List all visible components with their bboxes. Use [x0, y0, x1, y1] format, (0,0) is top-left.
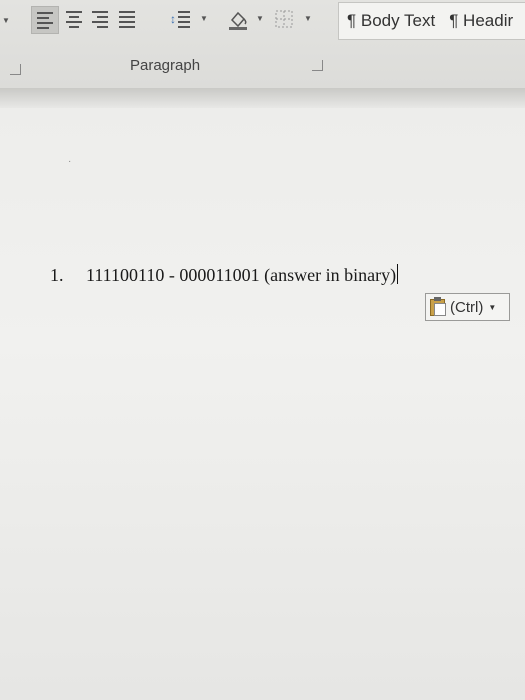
line-spacing-button[interactable]: ↕	[164, 6, 196, 32]
align-left-button[interactable]	[31, 6, 59, 34]
styles-gallery[interactable]: ¶ Body Text ¶ Headir	[338, 2, 525, 40]
shading-dropdown-icon[interactable]: ▼	[256, 14, 264, 23]
paragraph-dialog-launcher-icon[interactable]	[312, 60, 323, 71]
paragraph-group-label: Paragraph	[130, 57, 201, 74]
chevron-down-icon: ▼	[488, 302, 497, 312]
shading-button[interactable]	[224, 6, 252, 32]
borders-button[interactable]	[270, 6, 298, 32]
list-number: 1.	[50, 265, 64, 285]
list-item-text: 111100110 - 000011001 (answer in binary)	[86, 265, 397, 285]
paint-bucket-icon	[229, 11, 247, 30]
chevron-down-icon[interactable]: ▼	[2, 16, 10, 25]
line-spacing-arrows-icon: ↕	[170, 12, 176, 26]
style-heading[interactable]: ¶ Headir	[449, 11, 513, 31]
text-cursor	[397, 264, 399, 284]
clipboard-icon	[429, 297, 447, 317]
line-spacing-icon	[178, 10, 190, 28]
style-body-text[interactable]: ¶ Body Text	[347, 11, 435, 31]
document-area: ·	[0, 88, 525, 700]
align-left-icon	[37, 11, 53, 29]
font-dialog-launcher-icon[interactable]	[10, 64, 21, 75]
align-center-icon	[66, 10, 82, 28]
document-page[interactable]: ·	[0, 108, 525, 700]
borders-icon	[275, 10, 293, 28]
paste-options-label: (Ctrl)	[450, 298, 484, 316]
paste-options-button[interactable]: (Ctrl) ▼	[425, 293, 510, 321]
margin-corner-mark: ·	[68, 156, 72, 167]
align-right-button[interactable]	[88, 6, 112, 32]
justify-icon	[119, 10, 135, 28]
list-item[interactable]: 1. 111100110 - 000011001 (answer in binar…	[50, 264, 399, 286]
align-center-button[interactable]	[62, 6, 86, 32]
justify-button[interactable]	[115, 6, 139, 32]
paragraph-toolbar-row: ▼ ↕ ▼ ▼ ▼ ¶ Body Text ¶ Headir	[0, 2, 525, 40]
line-spacing-dropdown-icon[interactable]: ▼	[200, 14, 208, 23]
align-right-icon	[92, 10, 108, 28]
borders-dropdown-icon[interactable]: ▼	[304, 14, 312, 23]
ribbon: ▼ ↕ ▼ ▼ ▼ ¶ Body Text ¶ Headir Paragraph	[0, 0, 525, 89]
